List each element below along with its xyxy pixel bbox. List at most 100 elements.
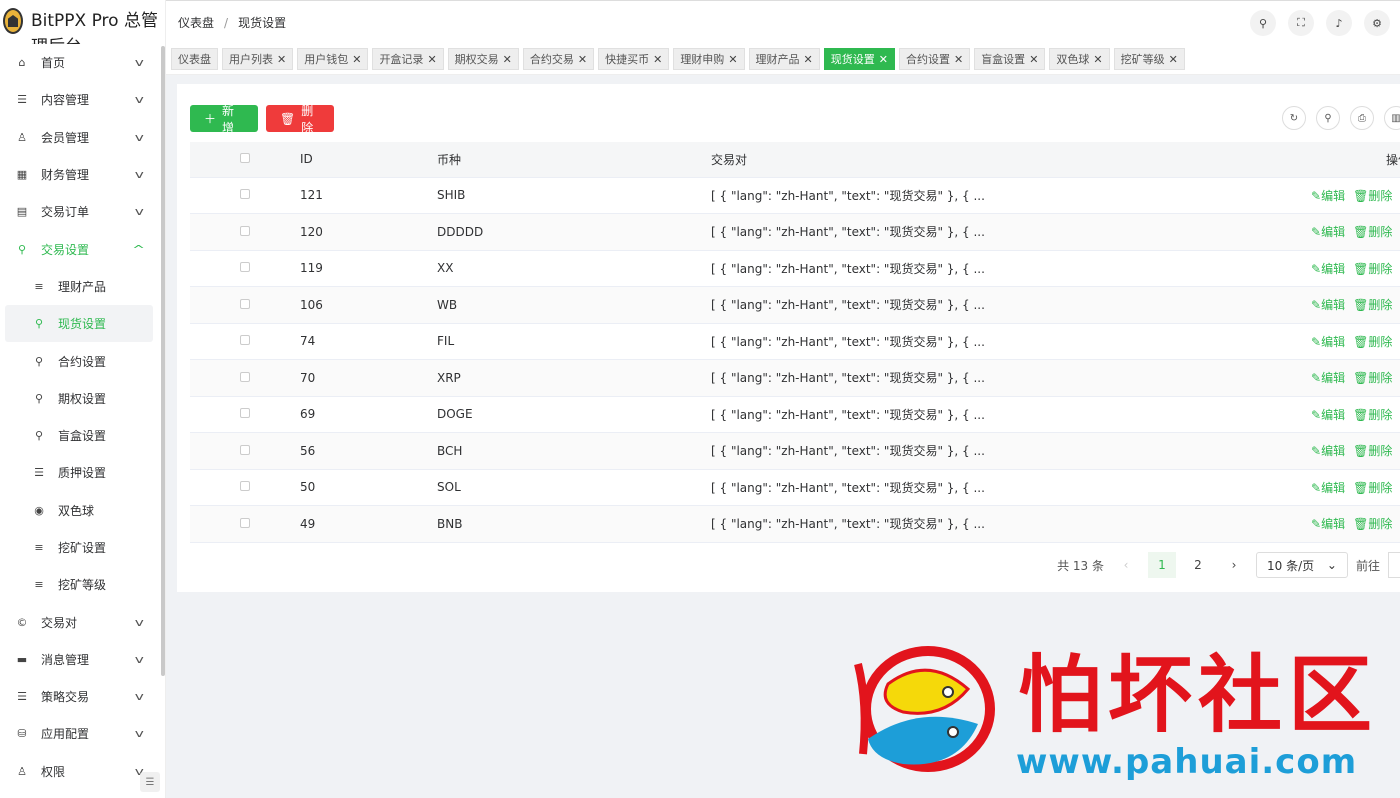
close-icon[interactable]: ✕ — [1093, 53, 1102, 66]
refresh-icon[interactable]: ↻ — [1282, 106, 1306, 130]
sidebar-subitem[interactable]: ⚲ 期权设置 — [0, 380, 153, 417]
sidebar-item[interactable]: ⛁ 应用配置 v — [0, 715, 165, 752]
edit-link[interactable]: ✎编辑 — [1311, 371, 1345, 385]
close-icon[interactable]: ✕ — [277, 53, 286, 66]
edit-link[interactable]: ✎编辑 — [1311, 225, 1345, 239]
top-header: 仪表盘 / 现货设置 ⚲ ⛶ ♪ ⚙ — [166, 0, 1400, 44]
tab-item[interactable]: 仪表盘 — [171, 48, 218, 70]
close-icon[interactable]: ✕ — [352, 53, 361, 66]
jump-page-input[interactable] — [1388, 552, 1400, 578]
delete-link[interactable]: 🗑删除 — [1353, 444, 1392, 458]
edit-link[interactable]: ✎编辑 — [1311, 335, 1345, 349]
page-size-select[interactable]: 10 条/页 ⌄ — [1255, 552, 1348, 578]
edit-link[interactable]: ✎编辑 — [1311, 444, 1345, 458]
edit-link[interactable]: ✎编辑 — [1311, 481, 1345, 495]
tab-item[interactable]: 合约设置 ✕ — [898, 48, 971, 70]
tab-item[interactable]: 双色球 ✕ — [1049, 48, 1110, 70]
edit-link[interactable]: ✎编辑 — [1311, 298, 1345, 312]
sidebar-subitem[interactable]: ⚲ 现货设置 — [5, 305, 153, 343]
close-icon[interactable]: ✕ — [728, 53, 737, 66]
sidebar-item[interactable]: ⚲ 交易设置 ^ — [0, 230, 165, 267]
delete-link[interactable]: 🗑删除 — [1353, 262, 1392, 276]
close-icon[interactable]: ✕ — [804, 53, 813, 66]
delete-link[interactable]: 🗑删除 — [1353, 517, 1392, 531]
row-checkbox[interactable] — [240, 189, 250, 200]
close-icon[interactable]: ✕ — [1169, 53, 1178, 66]
sidebar-item[interactable]: ☰ 内容管理 v — [0, 81, 165, 118]
tab-item[interactable]: 合约交易 ✕ — [522, 48, 595, 70]
tab-item[interactable]: 理财产品 ✕ — [748, 48, 820, 70]
collapse-sidebar-icon[interactable]: ☰ — [140, 772, 160, 792]
tab-item[interactable]: 快捷买币 ✕ — [598, 48, 670, 70]
tab-item[interactable]: 用户列表 ✕ — [222, 48, 294, 70]
tab-item[interactable]: 开盒记录 ✕ — [372, 48, 444, 70]
tab-item[interactable]: 期权交易 ✕ — [447, 48, 519, 70]
sidebar-scrollbar[interactable] — [161, 46, 165, 676]
delete-link[interactable]: 🗑删除 — [1353, 335, 1392, 349]
close-icon[interactable]: ✕ — [427, 53, 436, 66]
delete-link[interactable]: 🗑删除 — [1353, 298, 1392, 312]
menu-label: 期权设置 — [58, 391, 107, 406]
row-checkbox[interactable] — [240, 371, 250, 382]
search-icon[interactable]: ⚲ — [1316, 106, 1340, 130]
sidebar-subitem[interactable]: ◉ 双色球 — [0, 492, 153, 529]
page-1-button[interactable]: 1 — [1147, 552, 1176, 578]
row-checkbox[interactable] — [240, 481, 250, 492]
delete-link[interactable]: 🗑删除 — [1353, 189, 1392, 203]
add-button[interactable]: ＋ 新增 — [190, 104, 258, 135]
sidebar-subitem[interactable]: ≡ 挖矿等级 — [0, 566, 153, 603]
row-checkbox[interactable] — [240, 517, 250, 528]
sidebar-item[interactable]: ▦ 财务管理 v — [0, 156, 165, 193]
sidebar-subitem[interactable]: ⚲ 合约设置 — [0, 342, 153, 379]
sidebar-item[interactable]: ⌂ 首页 v — [0, 44, 165, 81]
prev-page-icon[interactable]: ‹ — [1112, 552, 1140, 578]
delete-link[interactable]: 🗑删除 — [1353, 408, 1392, 422]
delete-link[interactable]: 🗑删除 — [1353, 481, 1392, 495]
page-2-button[interactable]: 2 — [1184, 552, 1212, 578]
sidebar-item[interactable]: © 交易对 v — [0, 603, 165, 640]
delete-button[interactable]: 🗑 删除 — [266, 104, 334, 135]
tab-item[interactable]: 用户钱包 ✕ — [297, 48, 369, 70]
sidebar-item[interactable]: ▬ 消息管理 v — [0, 641, 165, 678]
row-checkbox[interactable] — [240, 262, 250, 273]
close-icon[interactable]: ✕ — [503, 53, 512, 66]
row-checkbox[interactable] — [240, 225, 250, 236]
edit-link[interactable]: ✎编辑 — [1311, 517, 1345, 531]
settings-icon[interactable]: ⚙ — [1364, 10, 1390, 36]
close-icon[interactable]: ✕ — [954, 53, 963, 66]
close-icon[interactable]: ✕ — [879, 53, 888, 66]
row-checkbox[interactable] — [240, 298, 250, 309]
sidebar-item[interactable]: ▤ 交易订单 v — [0, 193, 165, 230]
row-checkbox[interactable] — [240, 335, 250, 346]
breadcrumb-home[interactable]: 仪表盘 — [178, 14, 214, 31]
row-checkbox[interactable] — [240, 408, 250, 419]
sidebar-item[interactable]: ♙ 会员管理 v — [0, 119, 165, 156]
delete-link[interactable]: 🗑删除 — [1353, 225, 1392, 239]
tab-item[interactable]: 理财申购 ✕ — [673, 48, 745, 70]
edit-link[interactable]: ✎编辑 — [1311, 262, 1345, 276]
select-all-checkbox[interactable] — [240, 153, 250, 164]
edit-link[interactable]: ✎编辑 — [1311, 408, 1345, 422]
edit-link[interactable]: ✎编辑 — [1311, 189, 1345, 203]
print-icon[interactable]: ⎙ — [1350, 106, 1374, 130]
sidebar-item[interactable]: ☰ 策略交易 v — [0, 678, 165, 715]
row-checkbox[interactable] — [240, 444, 250, 455]
menu-icon: ⛁ — [17, 727, 27, 741]
table-tools: ↻ ⚲ ⎙ ▥ — [1282, 106, 1400, 130]
sidebar-subitem[interactable]: ☰ 质押设置 — [0, 454, 153, 491]
tab-item[interactable]: 盲盒设置 ✕ — [974, 48, 1046, 70]
tab-item[interactable]: 挖矿等级 ✕ — [1113, 48, 1185, 70]
delete-link[interactable]: 🗑删除 — [1353, 371, 1392, 385]
close-icon[interactable]: ✕ — [578, 53, 587, 66]
sidebar-subitem[interactable]: ≡ 挖矿设置 — [0, 529, 153, 566]
columns-icon[interactable]: ▥ — [1384, 106, 1400, 130]
close-icon[interactable]: ✕ — [1029, 53, 1038, 66]
sidebar-subitem[interactable]: ⚲ 盲盒设置 — [0, 417, 153, 454]
fullscreen-icon[interactable]: ⛶ — [1288, 10, 1314, 36]
tab-item[interactable]: 现货设置 ✕ — [823, 48, 895, 70]
sidebar-subitem[interactable]: ≡ 理财产品 — [0, 268, 153, 305]
close-icon[interactable]: ✕ — [653, 53, 662, 66]
search-icon[interactable]: ⚲ — [1250, 10, 1276, 36]
bell-icon[interactable]: ♪ — [1326, 10, 1352, 36]
next-page-icon[interactable]: › — [1220, 552, 1248, 578]
